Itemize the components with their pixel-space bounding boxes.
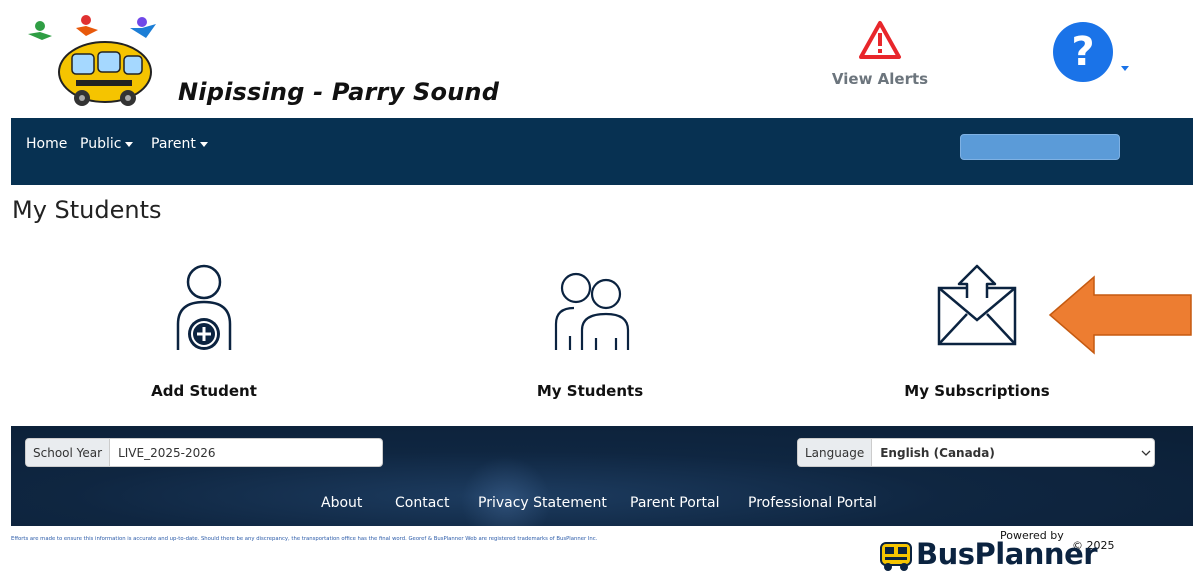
footer-link-about[interactable]: About [321, 495, 362, 511]
busplanner-brand: BusPlanner [916, 537, 1098, 571]
add-student-label: Add Student [151, 382, 257, 400]
school-year-label: School Year [26, 439, 111, 466]
language-select[interactable]: Language English (Canada) [797, 438, 1155, 467]
view-alerts-label: View Alerts [831, 70, 929, 88]
view-alerts-button[interactable]: View Alerts [820, 14, 940, 104]
students-icon [554, 272, 630, 350]
footer-link-privacy-statement[interactable]: Privacy Statement [478, 495, 607, 511]
powered-by-busplanner[interactable]: Powered by © 2025 BusPlanner [876, 529, 1116, 573]
header: Nipissing - Parry Sound View Alerts ? [0, 0, 1193, 118]
language-label: Language [798, 439, 873, 466]
add-student-icon [176, 264, 232, 350]
nav-home-label: Home [26, 136, 68, 152]
alert-warning-icon [859, 21, 901, 59]
language-value: English (Canada) [880, 445, 995, 460]
chevron-down-icon [1138, 439, 1154, 466]
orange-pointer-arrow-icon [1048, 275, 1192, 355]
nav-public-label: Public [80, 136, 122, 152]
main-navbar: Home Public Parent [11, 118, 1193, 185]
my-students-tile[interactable]: My Students [470, 262, 710, 412]
nav-parent-label: Parent [151, 136, 196, 152]
add-student-tile[interactable]: Add Student [84, 262, 324, 412]
my-subscriptions-label: My Subscriptions [904, 382, 1050, 400]
footer-background-glow [461, 456, 551, 526]
school-bus-logo-icon [28, 15, 156, 106]
page-title: My Students [12, 196, 162, 224]
my-students-label: My Students [536, 382, 644, 400]
help-button[interactable]: ? [1053, 22, 1113, 82]
user-account-menu[interactable] [960, 134, 1120, 160]
stsnps-logo[interactable] [20, 10, 170, 110]
footer: School Year LIVE_2025-2026 Language Engl… [11, 426, 1193, 526]
caret-down-icon [125, 141, 134, 147]
nav-parent-dropdown[interactable]: Parent [151, 136, 208, 152]
footer-link-professional-portal[interactable]: Professional Portal [748, 495, 877, 511]
organization-name: Nipissing - Parry Sound [178, 78, 500, 106]
help-dropdown-caret-icon[interactable] [1121, 66, 1129, 71]
subscriptions-envelope-icon [937, 264, 1017, 346]
caret-down-icon [199, 141, 208, 147]
disclaimer-text: Efforts are made to ensure this informat… [11, 536, 598, 542]
school-year-field[interactable]: School Year LIVE_2025-2026 [25, 438, 383, 467]
busplanner-bus-icon [880, 542, 912, 571]
nav-public-dropdown[interactable]: Public [80, 136, 134, 152]
footer-link-parent-portal[interactable]: Parent Portal [630, 495, 720, 511]
nav-home[interactable]: Home [26, 136, 67, 152]
footer-link-contact[interactable]: Contact [395, 495, 449, 511]
school-year-value: LIVE_2025-2026 [118, 445, 216, 460]
